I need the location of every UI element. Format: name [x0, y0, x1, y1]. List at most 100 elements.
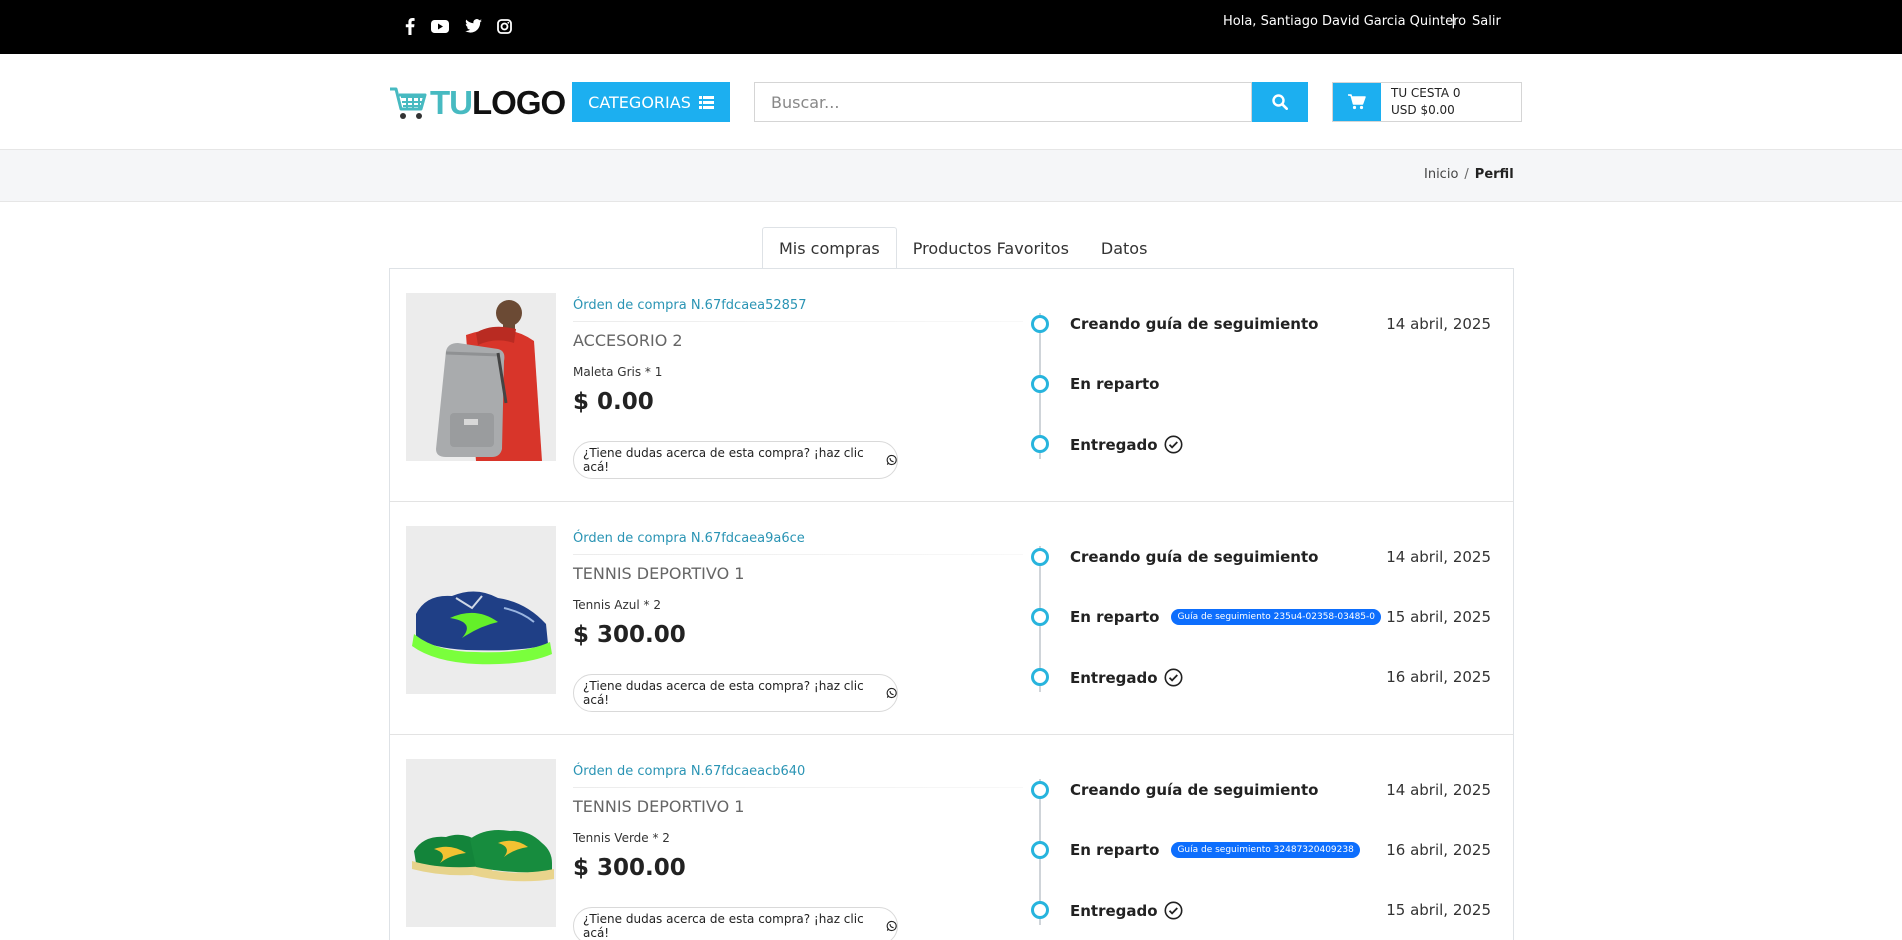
timeline-dot — [1031, 608, 1049, 626]
check-circle-icon — [1164, 901, 1183, 920]
whatsapp-icon — [886, 687, 897, 699]
order-divider — [573, 554, 1023, 555]
step-text: Creando guía de seguimiento — [1070, 315, 1319, 333]
cart-icon — [1348, 94, 1366, 110]
cart-count: TU CESTA 0 — [1391, 86, 1461, 100]
order-card: Órden de compra N.67fdcaeacb640 TENNIS D… — [390, 735, 1513, 940]
product-name: TENNIS DEPORTIVO 1 — [573, 564, 745, 583]
timeline-step-label: Entregado — [1070, 901, 1183, 920]
product-price: $ 300.00 — [573, 855, 686, 881]
timeline-dot — [1031, 781, 1049, 799]
twitter-icon[interactable] — [463, 16, 483, 36]
timeline-step-date: 16 abril, 2025 — [1386, 668, 1491, 686]
timeline-step-label: En reparto Guía de seguimiento 235u4-0235… — [1070, 608, 1382, 626]
timeline-dot — [1031, 841, 1049, 859]
separator: | — [1451, 13, 1456, 29]
help-label: ¿Tiene dudas acerca de esta compra? ¡haz… — [583, 446, 864, 474]
search-input[interactable] — [755, 83, 1251, 121]
help-label: ¿Tiene dudas acerca de esta compra? ¡haz… — [583, 912, 864, 940]
header: TULOGO CATEGORIAS TU CESTA 0 USD $0.00 — [0, 54, 1902, 150]
tab-datos[interactable]: Datos — [1085, 227, 1164, 269]
breadcrumb-current: Perfil — [1474, 167, 1514, 182]
step-text: En reparto — [1070, 841, 1160, 859]
step-text: Entregado — [1070, 435, 1158, 454]
facebook-icon[interactable] — [402, 16, 418, 36]
tracking-badge: Guía de seguimiento 235u4-02358-03485-0 — [1171, 609, 1382, 625]
timeline-dot — [1031, 548, 1049, 566]
order-card: Órden de compra N.67fdcaea52857 ACCESORI… — [390, 269, 1513, 502]
profile-tabs: Mis compras Productos Favoritos Datos — [762, 227, 1163, 269]
timeline-step-label: En reparto — [1070, 375, 1159, 393]
timeline-dot — [1031, 435, 1049, 453]
product-image — [406, 526, 556, 694]
product-price: $ 300.00 — [573, 622, 686, 648]
help-whatsapp-button[interactable]: ¿Tiene dudas acerca de esta compra? ¡haz… — [573, 441, 898, 479]
shopping-cart-logo-icon — [390, 87, 427, 119]
youtube-icon[interactable] — [430, 16, 450, 36]
tab-productos-favoritos[interactable]: Productos Favoritos — [897, 227, 1085, 269]
timeline-step-date: 15 abril, 2025 — [1386, 608, 1491, 626]
user-greeting: Hola, Santiago David Garcia Quintero — [1223, 14, 1467, 29]
timeline-step-label: Entregado — [1070, 668, 1183, 687]
order-number[interactable]: Órden de compra N.67fdcaea9a6ce — [573, 531, 805, 546]
top-bar: Hola, Santiago David Garcia Quintero | S… — [0, 0, 1902, 54]
timeline-dot — [1031, 901, 1049, 919]
product-price: $ 0.00 — [573, 389, 654, 415]
help-whatsapp-button[interactable]: ¿Tiene dudas acerca de esta compra? ¡haz… — [573, 907, 898, 940]
product-image — [406, 759, 556, 927]
breadcrumb-divider: / — [1464, 167, 1469, 182]
product-description: Tennis Verde * 2 — [573, 831, 670, 845]
whatsapp-icon — [886, 454, 897, 466]
order-number[interactable]: Órden de compra N.67fdcaeacb640 — [573, 764, 805, 779]
breadcrumb: Inicio / Perfil — [1424, 167, 1514, 182]
categories-label: CATEGORIAS — [588, 92, 691, 112]
help-label: ¿Tiene dudas acerca de esta compra? ¡haz… — [583, 679, 864, 707]
timeline-step-label: Entregado — [1070, 435, 1183, 454]
timeline-dot — [1031, 375, 1049, 393]
timeline-step-date: 15 abril, 2025 — [1386, 901, 1491, 919]
product-image — [406, 293, 556, 461]
timeline-step-label: En reparto Guía de seguimiento 3248732040… — [1070, 841, 1360, 859]
search-icon — [1272, 94, 1288, 110]
breadcrumb-bar: Inicio / Perfil — [0, 150, 1902, 202]
logout-link[interactable]: Salir — [1472, 14, 1501, 29]
tab-mis-compras[interactable]: Mis compras — [762, 227, 897, 269]
list-icon — [698, 95, 714, 109]
product-name: TENNIS DEPORTIVO 1 — [573, 797, 745, 816]
order-number[interactable]: Órden de compra N.67fdcaea52857 — [573, 298, 806, 313]
product-description: Tennis Azul * 2 — [573, 598, 661, 612]
cart-total: USD $0.00 — [1391, 103, 1455, 117]
categories-button[interactable]: CATEGORIAS — [572, 82, 730, 122]
order-divider — [573, 321, 1023, 322]
cart-widget[interactable]: TU CESTA 0 USD $0.00 — [1332, 82, 1522, 122]
timeline-step-date: 16 abril, 2025 — [1386, 841, 1491, 859]
step-text: Creando guía de seguimiento — [1070, 548, 1319, 566]
logo-tu: TU — [430, 84, 473, 121]
search-box — [754, 82, 1252, 122]
product-description: Maleta Gris * 1 — [573, 365, 663, 379]
help-whatsapp-button[interactable]: ¿Tiene dudas acerca de esta compra? ¡haz… — [573, 674, 898, 712]
tracking-badge: Guía de seguimiento 32487320409238 — [1171, 842, 1360, 858]
product-name: ACCESORIO 2 — [573, 331, 683, 350]
cart-button[interactable] — [1333, 83, 1381, 121]
order-card: Órden de compra N.67fdcaea9a6ce TENNIS D… — [390, 502, 1513, 735]
orders-panel: Órden de compra N.67fdcaea52857 ACCESORI… — [389, 268, 1514, 940]
order-divider — [573, 787, 1023, 788]
check-circle-icon — [1164, 668, 1183, 687]
search-button[interactable] — [1252, 82, 1308, 122]
step-text: Creando guía de seguimiento — [1070, 781, 1319, 799]
check-circle-icon — [1164, 435, 1183, 454]
timeline-step-date: 14 abril, 2025 — [1386, 315, 1491, 333]
breadcrumb-home[interactable]: Inicio — [1424, 167, 1458, 182]
timeline-step-label: Creando guía de seguimiento — [1070, 315, 1318, 333]
timeline-dot — [1031, 315, 1049, 333]
step-text: En reparto — [1070, 608, 1160, 626]
step-text: Entregado — [1070, 668, 1158, 687]
logo[interactable]: TULOGO — [388, 84, 566, 122]
logo-logo: LOGO — [472, 84, 566, 121]
timeline-step-label: Creando guía de seguimiento — [1070, 781, 1318, 799]
step-text: Entregado — [1070, 901, 1158, 920]
timeline-step-date: 14 abril, 2025 — [1386, 781, 1491, 799]
instagram-icon[interactable] — [495, 16, 513, 36]
timeline-step-date: 14 abril, 2025 — [1386, 548, 1491, 566]
